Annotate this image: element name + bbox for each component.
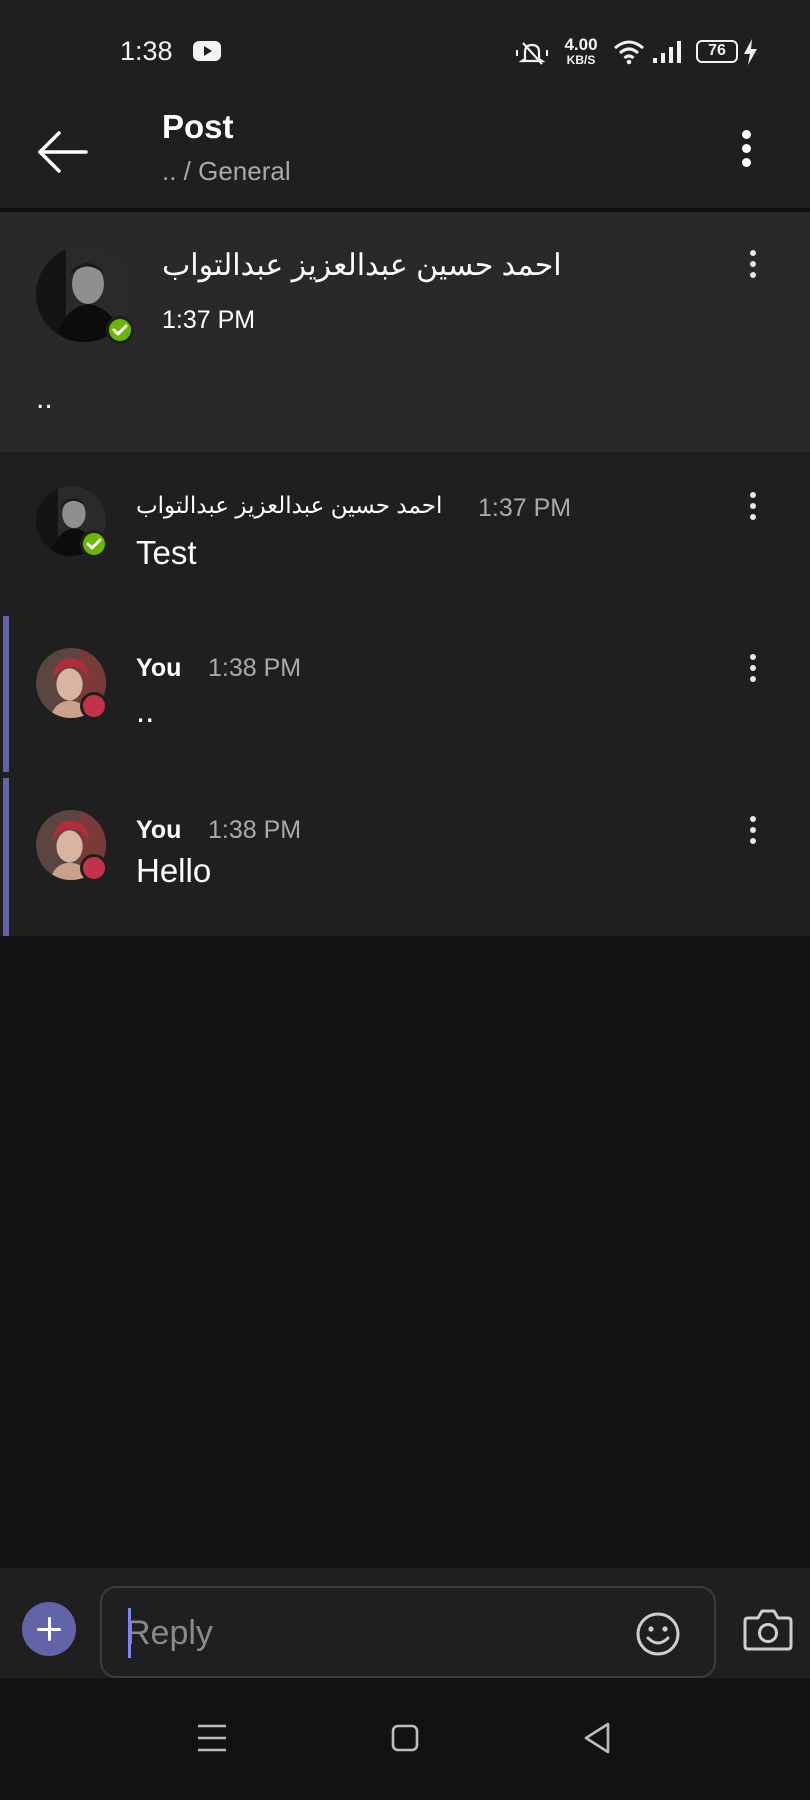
network-speed: 4.00 KB/S — [560, 36, 602, 66]
back-icon[interactable] — [574, 1714, 622, 1762]
reply-more-options-icon[interactable] — [738, 650, 768, 694]
reply-time: 1:38 PM — [208, 816, 302, 844]
status-bar: 1:38 4.00 KB/S 76 — [0, 0, 810, 100]
recent-apps-icon[interactable] — [188, 1714, 236, 1762]
post-time: 1:37 PM — [162, 306, 256, 334]
presence-busy-icon — [80, 692, 108, 720]
reply-box[interactable] — [100, 1586, 716, 1678]
reply-input[interactable] — [126, 1610, 606, 1656]
network-speed-unit: KB/S — [566, 53, 596, 67]
avatar[interactable] — [36, 486, 108, 558]
network-speed-value: 4.00 — [564, 35, 598, 54]
reply-item: You 1:38 PM Hello — [0, 778, 810, 936]
reply-item: احمد حسين عبدالعزيز عبدالتواب 1:37 PM Te… — [0, 452, 810, 614]
youtube-icon — [193, 41, 221, 61]
signal-icon — [653, 41, 681, 63]
wifi-icon — [614, 40, 644, 65]
reply-body: Hello — [136, 852, 212, 889]
post-author-name: احمد حسين عبدالعزيز عبدالتواب — [162, 249, 562, 282]
app-header: Post .. / General — [0, 100, 810, 210]
reply-time: 1:38 PM — [208, 654, 302, 682]
text-caret — [128, 1608, 131, 1658]
post-more-options-icon[interactable] — [738, 246, 768, 290]
presence-available-icon — [80, 530, 108, 558]
status-time: 1:38 — [120, 36, 173, 66]
reply-more-options-icon[interactable] — [738, 488, 768, 532]
mute-icon — [516, 42, 548, 65]
camera-icon[interactable] — [742, 1606, 794, 1652]
back-arrow-icon[interactable] — [30, 120, 94, 184]
reply-time: 1:37 PM — [478, 494, 572, 522]
reply-body: .. — [136, 692, 155, 729]
post-body: .. — [36, 382, 53, 415]
home-icon[interactable] — [381, 1714, 429, 1762]
avatar[interactable] — [36, 246, 134, 344]
reply-body: Test — [136, 534, 197, 571]
reply-item: You 1:38 PM .. — [0, 616, 810, 772]
reply-author-name: You — [136, 816, 182, 844]
system-nav-bar — [0, 1678, 810, 1800]
reply-composer — [0, 1568, 810, 1678]
reply-author-name: You — [136, 654, 182, 682]
battery-icon: 76 — [696, 40, 738, 63]
avatar[interactable] — [36, 648, 108, 720]
emoji-icon[interactable] — [634, 1610, 682, 1658]
avatar[interactable] — [36, 810, 108, 882]
add-attachment-button[interactable] — [22, 1602, 76, 1656]
reply-list: احمد حسين عبدالعزيز عبدالتواب 1:37 PM Te… — [0, 452, 810, 936]
reply-author-name: احمد حسين عبدالعزيز عبدالتواب — [136, 492, 443, 518]
presence-busy-icon — [80, 854, 108, 882]
presence-available-icon — [106, 316, 134, 344]
charging-icon — [744, 39, 757, 65]
breadcrumb[interactable]: .. / General — [162, 156, 291, 187]
root-post: احمد حسين عبدالعزيز عبدالتواب 1:37 PM .. — [0, 212, 810, 452]
reply-more-options-icon[interactable] — [738, 812, 768, 856]
more-options-icon[interactable] — [730, 124, 764, 174]
page-title: Post — [162, 108, 234, 145]
